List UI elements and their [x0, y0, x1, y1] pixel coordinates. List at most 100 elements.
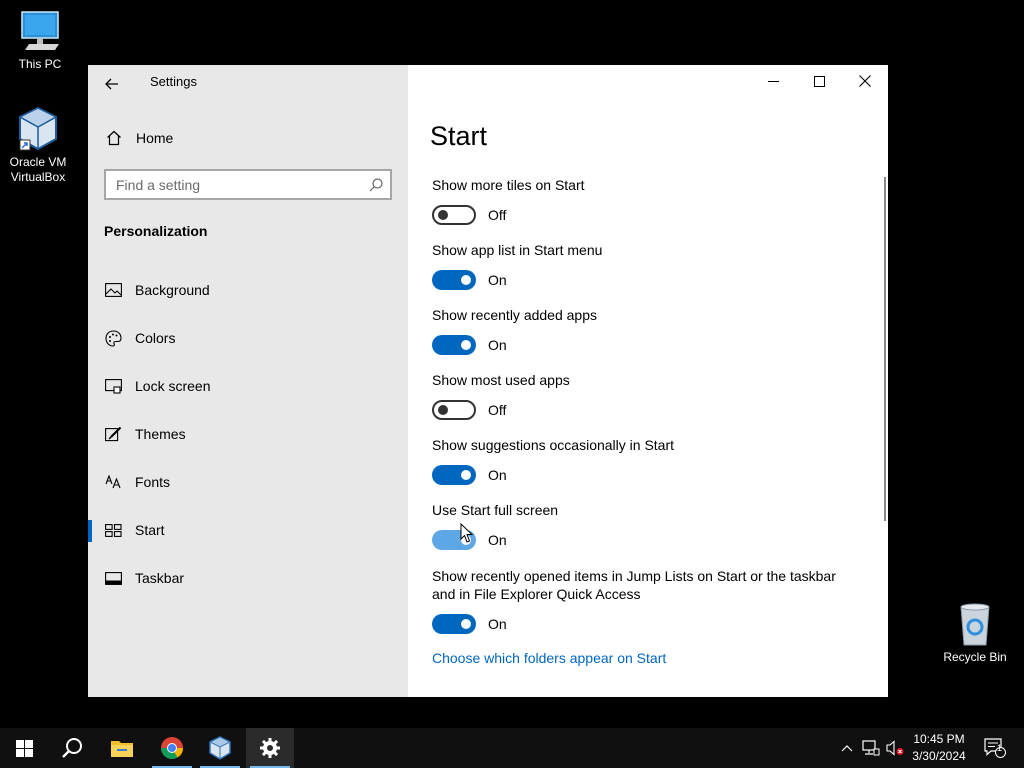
toggle-state: On — [488, 616, 507, 632]
active-indicator — [88, 520, 92, 542]
search-button[interactable] — [48, 728, 96, 768]
clock[interactable]: 10:45 PM 3/30/2024 — [906, 731, 972, 765]
toggle-state: On — [488, 467, 507, 483]
search-box[interactable] — [104, 169, 392, 200]
setting-label: Show suggestions occasionally in Start — [432, 437, 675, 453]
toggle-knob — [438, 405, 448, 415]
virtualbox-icon — [18, 106, 58, 151]
most-used-toggle[interactable] — [432, 400, 476, 420]
setting-recently-added: Show recently added apps On — [432, 306, 852, 355]
desktop-icon-recycle-bin[interactable]: Recycle Bin — [935, 603, 1015, 665]
image-icon — [104, 281, 122, 299]
setting-label: Show most used apps — [432, 372, 570, 388]
sidebar-item-label: Colors — [135, 330, 176, 346]
more-tiles-toggle[interactable] — [432, 205, 476, 225]
start-icon — [104, 521, 122, 539]
setting-label: Show more tiles on Start — [432, 177, 585, 193]
home-nav-item[interactable]: Home — [104, 127, 173, 149]
search-icon — [62, 738, 82, 758]
sidebar-item-fonts[interactable]: Fonts — [88, 462, 408, 502]
virtualbox-icon — [209, 736, 231, 760]
toggle-knob — [461, 275, 471, 285]
close-button[interactable] — [842, 65, 888, 97]
lock-screen-icon — [104, 377, 122, 395]
clock-date: 3/30/2024 — [912, 749, 966, 763]
volume-button[interactable] — [884, 728, 906, 768]
search-icon — [369, 178, 383, 192]
virtualbox-button[interactable] — [196, 728, 244, 768]
action-center-button[interactable]: 1 — [980, 728, 1010, 768]
choose-folders-link[interactable]: Choose which folders appear on Start — [432, 650, 666, 666]
palette-icon — [104, 329, 122, 347]
toggle-knob — [438, 210, 448, 220]
sidebar-item-background[interactable]: Background — [88, 270, 408, 310]
toggle-state: On — [488, 337, 507, 353]
desktop-icon-this-pc[interactable]: This PC — [0, 10, 80, 72]
maximize-button[interactable] — [796, 65, 842, 97]
computer-icon — [21, 11, 59, 50]
close-icon — [859, 75, 871, 87]
scrollbar[interactable] — [884, 177, 886, 521]
sidebar-item-label: Fonts — [135, 474, 171, 490]
windows-logo-icon — [15, 739, 33, 757]
sidebar-item-taskbar[interactable]: Taskbar — [88, 558, 408, 598]
sidebar-item-label: Background — [135, 282, 210, 298]
setting-label: Show app list in Start menu — [432, 242, 603, 258]
sidebar-item-colors[interactable]: Colors — [88, 318, 408, 358]
settings-button[interactable] — [246, 728, 294, 768]
folder-icon — [111, 741, 133, 757]
show-hidden-icons-button[interactable] — [838, 728, 856, 768]
recently-added-toggle[interactable] — [432, 335, 476, 355]
volume-muted-icon — [886, 740, 904, 756]
app-list-toggle[interactable] — [432, 270, 476, 290]
desktop-icon-virtualbox[interactable]: Oracle VM VirtualBox — [0, 106, 78, 185]
setting-label: Use Start full screen — [432, 502, 559, 518]
window-title: Settings — [150, 74, 197, 89]
sidebar-item-lock-screen[interactable]: Lock screen — [88, 366, 408, 406]
setting-app-list: Show app list in Start menu On — [432, 241, 852, 290]
desktop-icon-label: Recycle Bin — [943, 650, 1007, 664]
sidebar-item-label: Lock screen — [135, 378, 211, 394]
desktop-icon-label: This PC — [18, 57, 62, 71]
mouse-cursor-icon — [460, 523, 474, 543]
setting-full-screen: Use Start full screen On — [432, 501, 852, 550]
sidebar-item-start[interactable]: Start — [88, 510, 408, 550]
home-label: Home — [136, 130, 174, 146]
fonts-icon — [104, 473, 122, 491]
setting-label: Show recently opened items in Jump Lists… — [432, 568, 836, 602]
network-icon — [862, 740, 880, 756]
toggle-knob — [461, 340, 471, 350]
chevron-up-icon — [841, 745, 853, 752]
network-button[interactable] — [860, 728, 882, 768]
page-title: Start — [430, 121, 488, 151]
chrome-icon — [161, 737, 183, 759]
taskbar: 10:45 PM 3/30/2024 1 — [0, 728, 1024, 768]
desktop-icon-label: Oracle VM VirtualBox — [9, 155, 67, 184]
toggle-state: On — [488, 272, 507, 288]
themes-icon — [104, 425, 122, 443]
minimize-icon — [767, 80, 779, 82]
sidebar-item-themes[interactable]: Themes — [88, 414, 408, 454]
sidebar-item-label: Themes — [135, 426, 186, 442]
file-explorer-button[interactable] — [98, 728, 146, 768]
minimize-button[interactable] — [750, 65, 796, 97]
chrome-button[interactable] — [148, 728, 196, 768]
taskbar-icon — [104, 569, 122, 587]
jump-lists-toggle[interactable] — [432, 614, 476, 634]
toggle-state: Off — [488, 207, 507, 223]
settings-window: Settings Home Personalization Background… — [88, 65, 888, 697]
maximize-icon — [813, 75, 825, 87]
gear-icon — [260, 738, 280, 758]
suggestions-toggle[interactable] — [432, 465, 476, 485]
home-icon — [104, 128, 124, 148]
back-arrow-icon — [105, 78, 118, 90]
toggle-state: Off — [488, 402, 507, 418]
settings-sidebar: Settings Home Personalization Background… — [88, 65, 408, 697]
setting-more-tiles: Show more tiles on Start Off — [432, 176, 852, 225]
start-button[interactable] — [0, 728, 48, 768]
search-input[interactable] — [116, 176, 366, 193]
back-button[interactable] — [98, 70, 126, 98]
section-title: Personalization — [104, 223, 208, 239]
sidebar-item-label: Start — [135, 522, 165, 538]
setting-label: Show recently added apps — [432, 307, 597, 323]
